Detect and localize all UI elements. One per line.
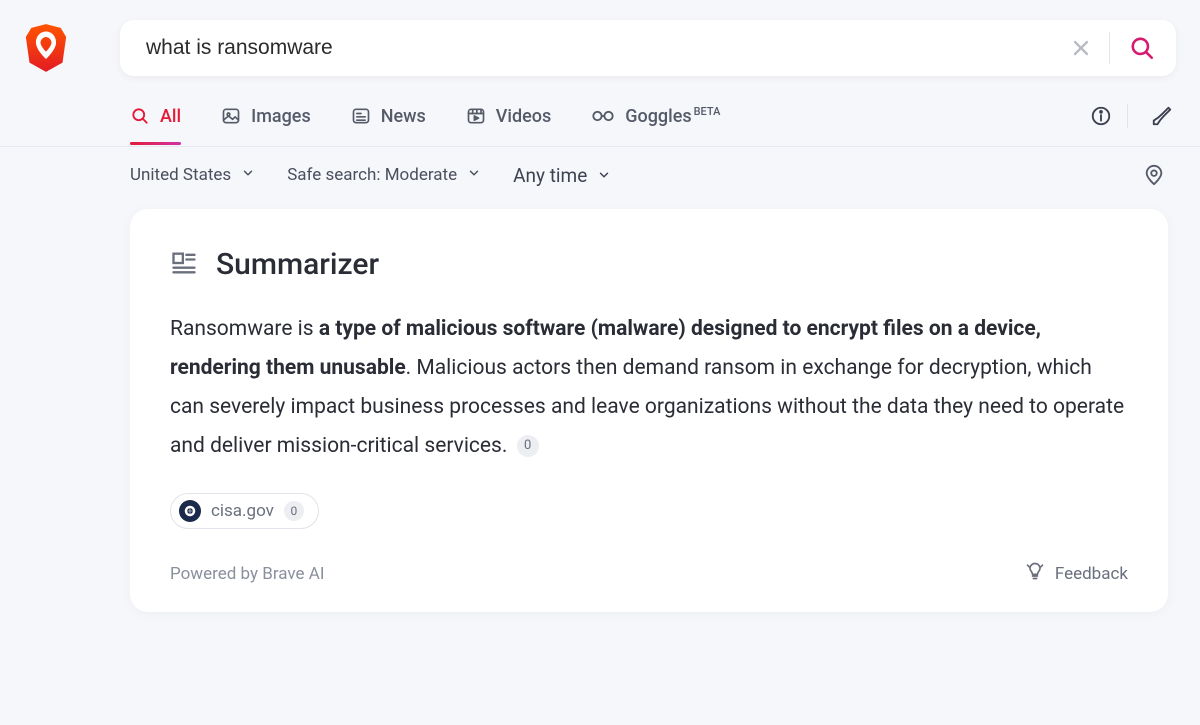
summarizer-text: Ransomware is a type of malicious softwa… [170, 310, 1128, 465]
video-icon [466, 106, 486, 126]
filter-label: Any time [513, 164, 587, 187]
safesearch-filter[interactable]: Safe search: Moderate [287, 165, 481, 185]
chevron-down-icon [467, 165, 481, 185]
tab-videos[interactable]: Videos [466, 106, 551, 145]
powered-by-label: Powered by Brave AI [170, 564, 324, 584]
filter-label: Safe search: Moderate [287, 165, 457, 185]
divider [1127, 104, 1128, 128]
time-filter[interactable]: Any time [513, 164, 611, 187]
tab-label: Images [251, 106, 311, 127]
region-filter[interactable]: United States [130, 165, 255, 185]
lightbulb-icon [1025, 561, 1045, 586]
chevron-down-icon [597, 164, 611, 187]
tab-label: All [160, 106, 181, 127]
search-input[interactable] [146, 36, 1061, 60]
compose-icon[interactable] [1148, 111, 1176, 139]
source-chip[interactable]: cisa.gov 0 [170, 493, 319, 529]
summarizer-icon [170, 249, 198, 281]
divider [1109, 32, 1110, 64]
feedback-button[interactable]: Feedback [1025, 561, 1128, 586]
search-icon [130, 106, 150, 126]
tab-goggles[interactable]: GogglesBETA [591, 105, 720, 145]
feedback-label: Feedback [1055, 564, 1128, 584]
filter-label: United States [130, 165, 231, 185]
tab-images[interactable]: Images [221, 106, 311, 145]
news-icon [351, 106, 371, 126]
tab-label: News [381, 106, 426, 127]
tab-label: Videos [496, 106, 551, 127]
source-label: cisa.gov [211, 501, 274, 521]
reference-badge[interactable]: 0 [517, 435, 539, 457]
brave-logo[interactable] [24, 22, 68, 74]
source-favicon [179, 500, 201, 522]
goggles-icon [591, 106, 615, 126]
source-badge: 0 [284, 501, 304, 521]
summarizer-card: Summarizer Ransomware is a type of malic… [130, 209, 1168, 612]
tab-all[interactable]: All [130, 106, 181, 145]
chevron-down-icon [241, 165, 255, 185]
tab-news[interactable]: News [351, 106, 426, 145]
info-icon[interactable] [1087, 111, 1115, 139]
location-pin-icon[interactable] [1140, 161, 1168, 189]
tab-label: GogglesBETA [625, 105, 720, 127]
summarizer-title: Summarizer [216, 247, 379, 282]
search-icon[interactable] [1118, 28, 1166, 68]
clear-icon[interactable] [1061, 28, 1101, 68]
search-bar [120, 20, 1176, 76]
image-icon [221, 106, 241, 126]
